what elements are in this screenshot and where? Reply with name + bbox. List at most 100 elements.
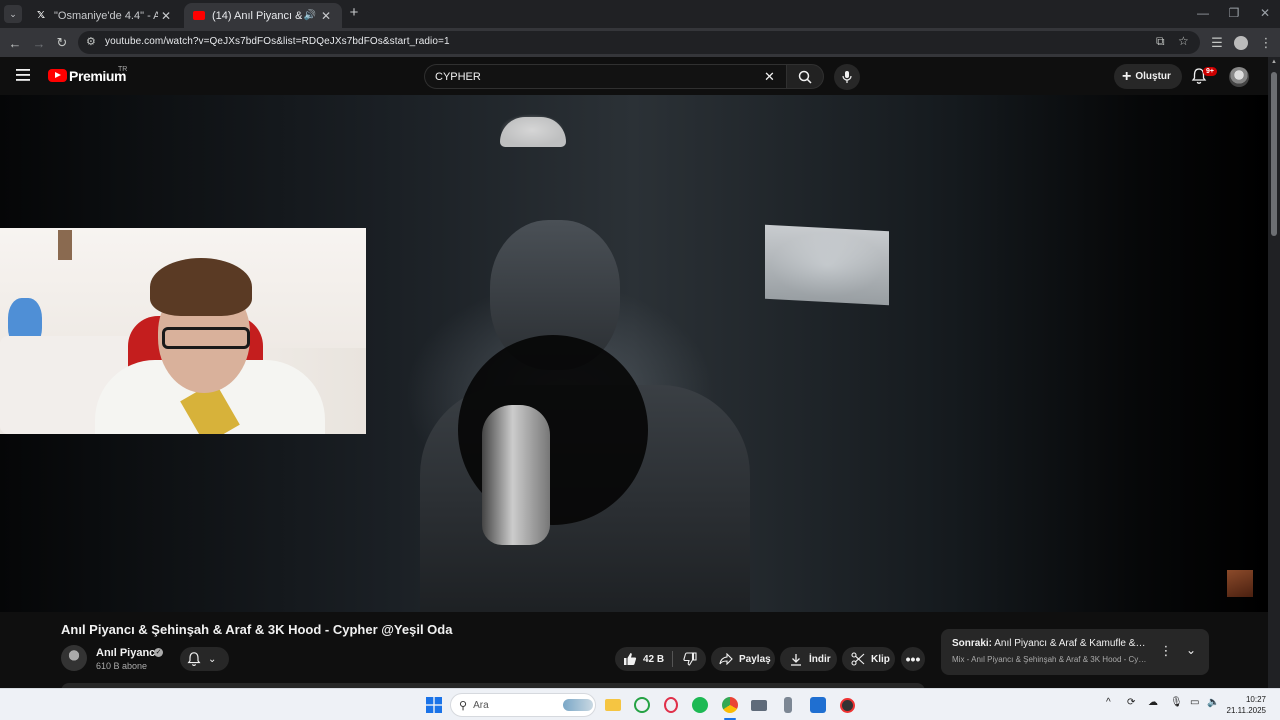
- video-scene-lamp: [500, 117, 566, 147]
- close-window-icon[interactable]: ✕: [1250, 6, 1280, 20]
- share-button[interactable]: Paylaş: [711, 647, 775, 671]
- show-hidden-icons-chevron[interactable]: ^: [1106, 697, 1111, 708]
- browser-tab-strip: ⌄ 𝕏 "Osmaniye'de 4.4" - Arama / X ✕ (14)…: [0, 0, 1280, 28]
- bookmark-star-icon[interactable]: ☆: [1178, 34, 1189, 48]
- search-icon: [798, 70, 812, 84]
- up-next-playlist: Mix - Anıl Piyancı & Şehinşah & Araf & 3…: [952, 655, 1148, 664]
- verified-badge-icon: ✓: [154, 648, 163, 657]
- more-horizontal-icon: •••: [905, 651, 921, 667]
- webcam-picture-frame: [58, 230, 72, 260]
- bell-icon: [187, 652, 201, 666]
- system-clock[interactable]: 10:27 21.11.2025: [1226, 694, 1266, 716]
- taskbar-search-input[interactable]: ⚲ Ara: [450, 693, 596, 717]
- clock-date: 21.11.2025: [1226, 706, 1266, 715]
- channel-avatar[interactable]: [61, 645, 87, 671]
- chrome-icon[interactable]: [720, 695, 740, 715]
- thumbs-up-icon: [624, 653, 637, 665]
- video-scene-monitor: [765, 224, 889, 306]
- youtube-logo-icon[interactable]: [48, 69, 67, 82]
- new-tab-button[interactable]: +: [346, 5, 362, 21]
- up-next-title-line: Sonraki: Anıl Piyancı & Araf & Kamufle &…: [952, 638, 1148, 649]
- app-store-icon[interactable]: [808, 695, 828, 715]
- browser-menu-icon[interactable]: ⋮: [1256, 33, 1276, 53]
- clip-button-label: Klip: [871, 653, 890, 665]
- video-title: Anıl Piyancı & Şehinşah & Araf & 3K Hood…: [61, 622, 453, 637]
- like-button[interactable]: [621, 650, 639, 668]
- dislike-button[interactable]: [681, 650, 699, 668]
- install-app-icon[interactable]: ⧉: [1156, 34, 1165, 49]
- search-button[interactable]: [786, 64, 824, 89]
- voice-search-button[interactable]: [834, 64, 860, 90]
- download-icon: [787, 650, 805, 668]
- tab-close-icon[interactable]: ✕: [158, 9, 174, 23]
- like-divider: [672, 651, 674, 667]
- windows-taskbar: ⚲ Ara ^ ⟳ ☁ 🎙 ▭ 🔈 10:27 21.11.2025: [0, 688, 1280, 720]
- tab-title: "Osmaniye'de 4.4" - Arama / X: [54, 9, 158, 22]
- expand-chevron-icon[interactable]: ⌄: [1183, 643, 1199, 661]
- cloud-off-icon[interactable]: ☁: [1148, 697, 1158, 708]
- sync-icon[interactable]: ⟳: [1127, 697, 1135, 708]
- webcam-person-hair: [150, 258, 252, 316]
- x-logo-icon: 𝕏: [36, 10, 46, 21]
- tab-search-dropdown-button[interactable]: ⌄: [4, 5, 22, 23]
- video-scene-microphone: [482, 405, 550, 545]
- up-next-title[interactable]: Anıl Piyancı & Araf & Kamufle & Red ...: [994, 638, 1148, 649]
- tray-microphone-icon[interactable]: 🎙: [1170, 697, 1183, 708]
- taskbar-search-placeholder: Ara: [473, 699, 489, 711]
- account-avatar[interactable]: [1229, 67, 1249, 87]
- chevron-down-icon: ⌄: [208, 653, 217, 665]
- scissors-icon: [849, 650, 867, 668]
- browser-tab-youtube[interactable]: (14) Anıl Piyancı & Şehinşah 🔊 ✕: [184, 3, 342, 28]
- like-count[interactable]: 42 B: [643, 654, 664, 665]
- reload-icon[interactable]: ↻: [52, 33, 72, 53]
- forward-icon[interactable]: →: [29, 33, 49, 53]
- download-button[interactable]: İndir: [780, 647, 837, 671]
- page-scrollbar-thumb[interactable]: [1271, 72, 1277, 236]
- speaker-icon[interactable]: 🔊: [302, 10, 318, 21]
- browser-tab-x-search[interactable]: 𝕏 "Osmaniye'de 4.4" - Arama / X ✕: [26, 3, 182, 28]
- up-next-card[interactable]: Sonraki: Anıl Piyancı & Araf & Kamufle &…: [941, 629, 1209, 675]
- search-input[interactable]: CYPHER ✕: [424, 64, 786, 89]
- channel-watermark[interactable]: [1227, 570, 1253, 597]
- opera-icon[interactable]: [661, 695, 681, 715]
- media-controls-icon[interactable]: ☰: [1207, 33, 1227, 53]
- create-button[interactable]: + Oluştur: [1114, 64, 1182, 89]
- create-button-label: Oluştur: [1135, 71, 1171, 82]
- more-actions-button[interactable]: •••: [901, 647, 925, 671]
- more-vertical-icon[interactable]: ⋮: [1159, 643, 1173, 661]
- spotify-icon[interactable]: [690, 695, 710, 715]
- subscriber-count: 610 B abone: [96, 661, 148, 671]
- clip-button[interactable]: Klip: [842, 647, 895, 671]
- whatsapp-icon[interactable]: [632, 695, 652, 715]
- subscription-notification-button[interactable]: ⌄: [180, 647, 229, 671]
- search-highlight-image: [563, 699, 593, 711]
- webcam-overlay: [0, 228, 366, 434]
- scroll-up-arrow-icon[interactable]: ▲: [1271, 59, 1277, 65]
- browser-toolbar: ← → ↻ ⚙ youtube.com/watch?v=QeJXs7bdFOs&…: [0, 28, 1280, 57]
- microphone-app-icon[interactable]: [778, 695, 798, 715]
- minimize-icon[interactable]: —: [1188, 6, 1218, 20]
- address-bar[interactable]: ⚙ youtube.com/watch?v=QeJXs7bdFOs&list=R…: [78, 31, 1200, 54]
- plus-icon: +: [1122, 67, 1132, 85]
- channel-name[interactable]: Anıl Piyancı: [96, 647, 158, 659]
- file-explorer-icon[interactable]: [603, 695, 623, 715]
- tab-title: (14) Anıl Piyancı & Şehinşah: [212, 9, 302, 22]
- camera-app-icon[interactable]: [749, 695, 769, 715]
- windows-start-icon[interactable]: [424, 695, 444, 715]
- share-arrow-icon: [717, 650, 735, 668]
- like-dislike-group: 42 B: [615, 647, 706, 671]
- obs-app-icon[interactable]: [837, 695, 857, 715]
- search-icon: ⚲: [459, 699, 468, 712]
- tab-close-icon[interactable]: ✕: [318, 9, 334, 23]
- url-text[interactable]: youtube.com/watch?v=QeJXs7bdFOs&list=RDQ…: [105, 36, 450, 47]
- profile-avatar-icon[interactable]: [1231, 33, 1251, 53]
- restore-icon[interactable]: ❐: [1219, 6, 1249, 20]
- microphone-icon: [842, 71, 852, 83]
- hamburger-menu-icon[interactable]: [16, 68, 32, 82]
- network-icon[interactable]: ▭: [1190, 697, 1199, 708]
- search-input-value[interactable]: CYPHER: [435, 71, 481, 83]
- back-icon[interactable]: ←: [5, 33, 25, 53]
- clear-search-icon[interactable]: ✕: [764, 69, 775, 85]
- volume-icon[interactable]: 🔈: [1207, 697, 1219, 708]
- site-info-icon[interactable]: ⚙: [86, 35, 96, 48]
